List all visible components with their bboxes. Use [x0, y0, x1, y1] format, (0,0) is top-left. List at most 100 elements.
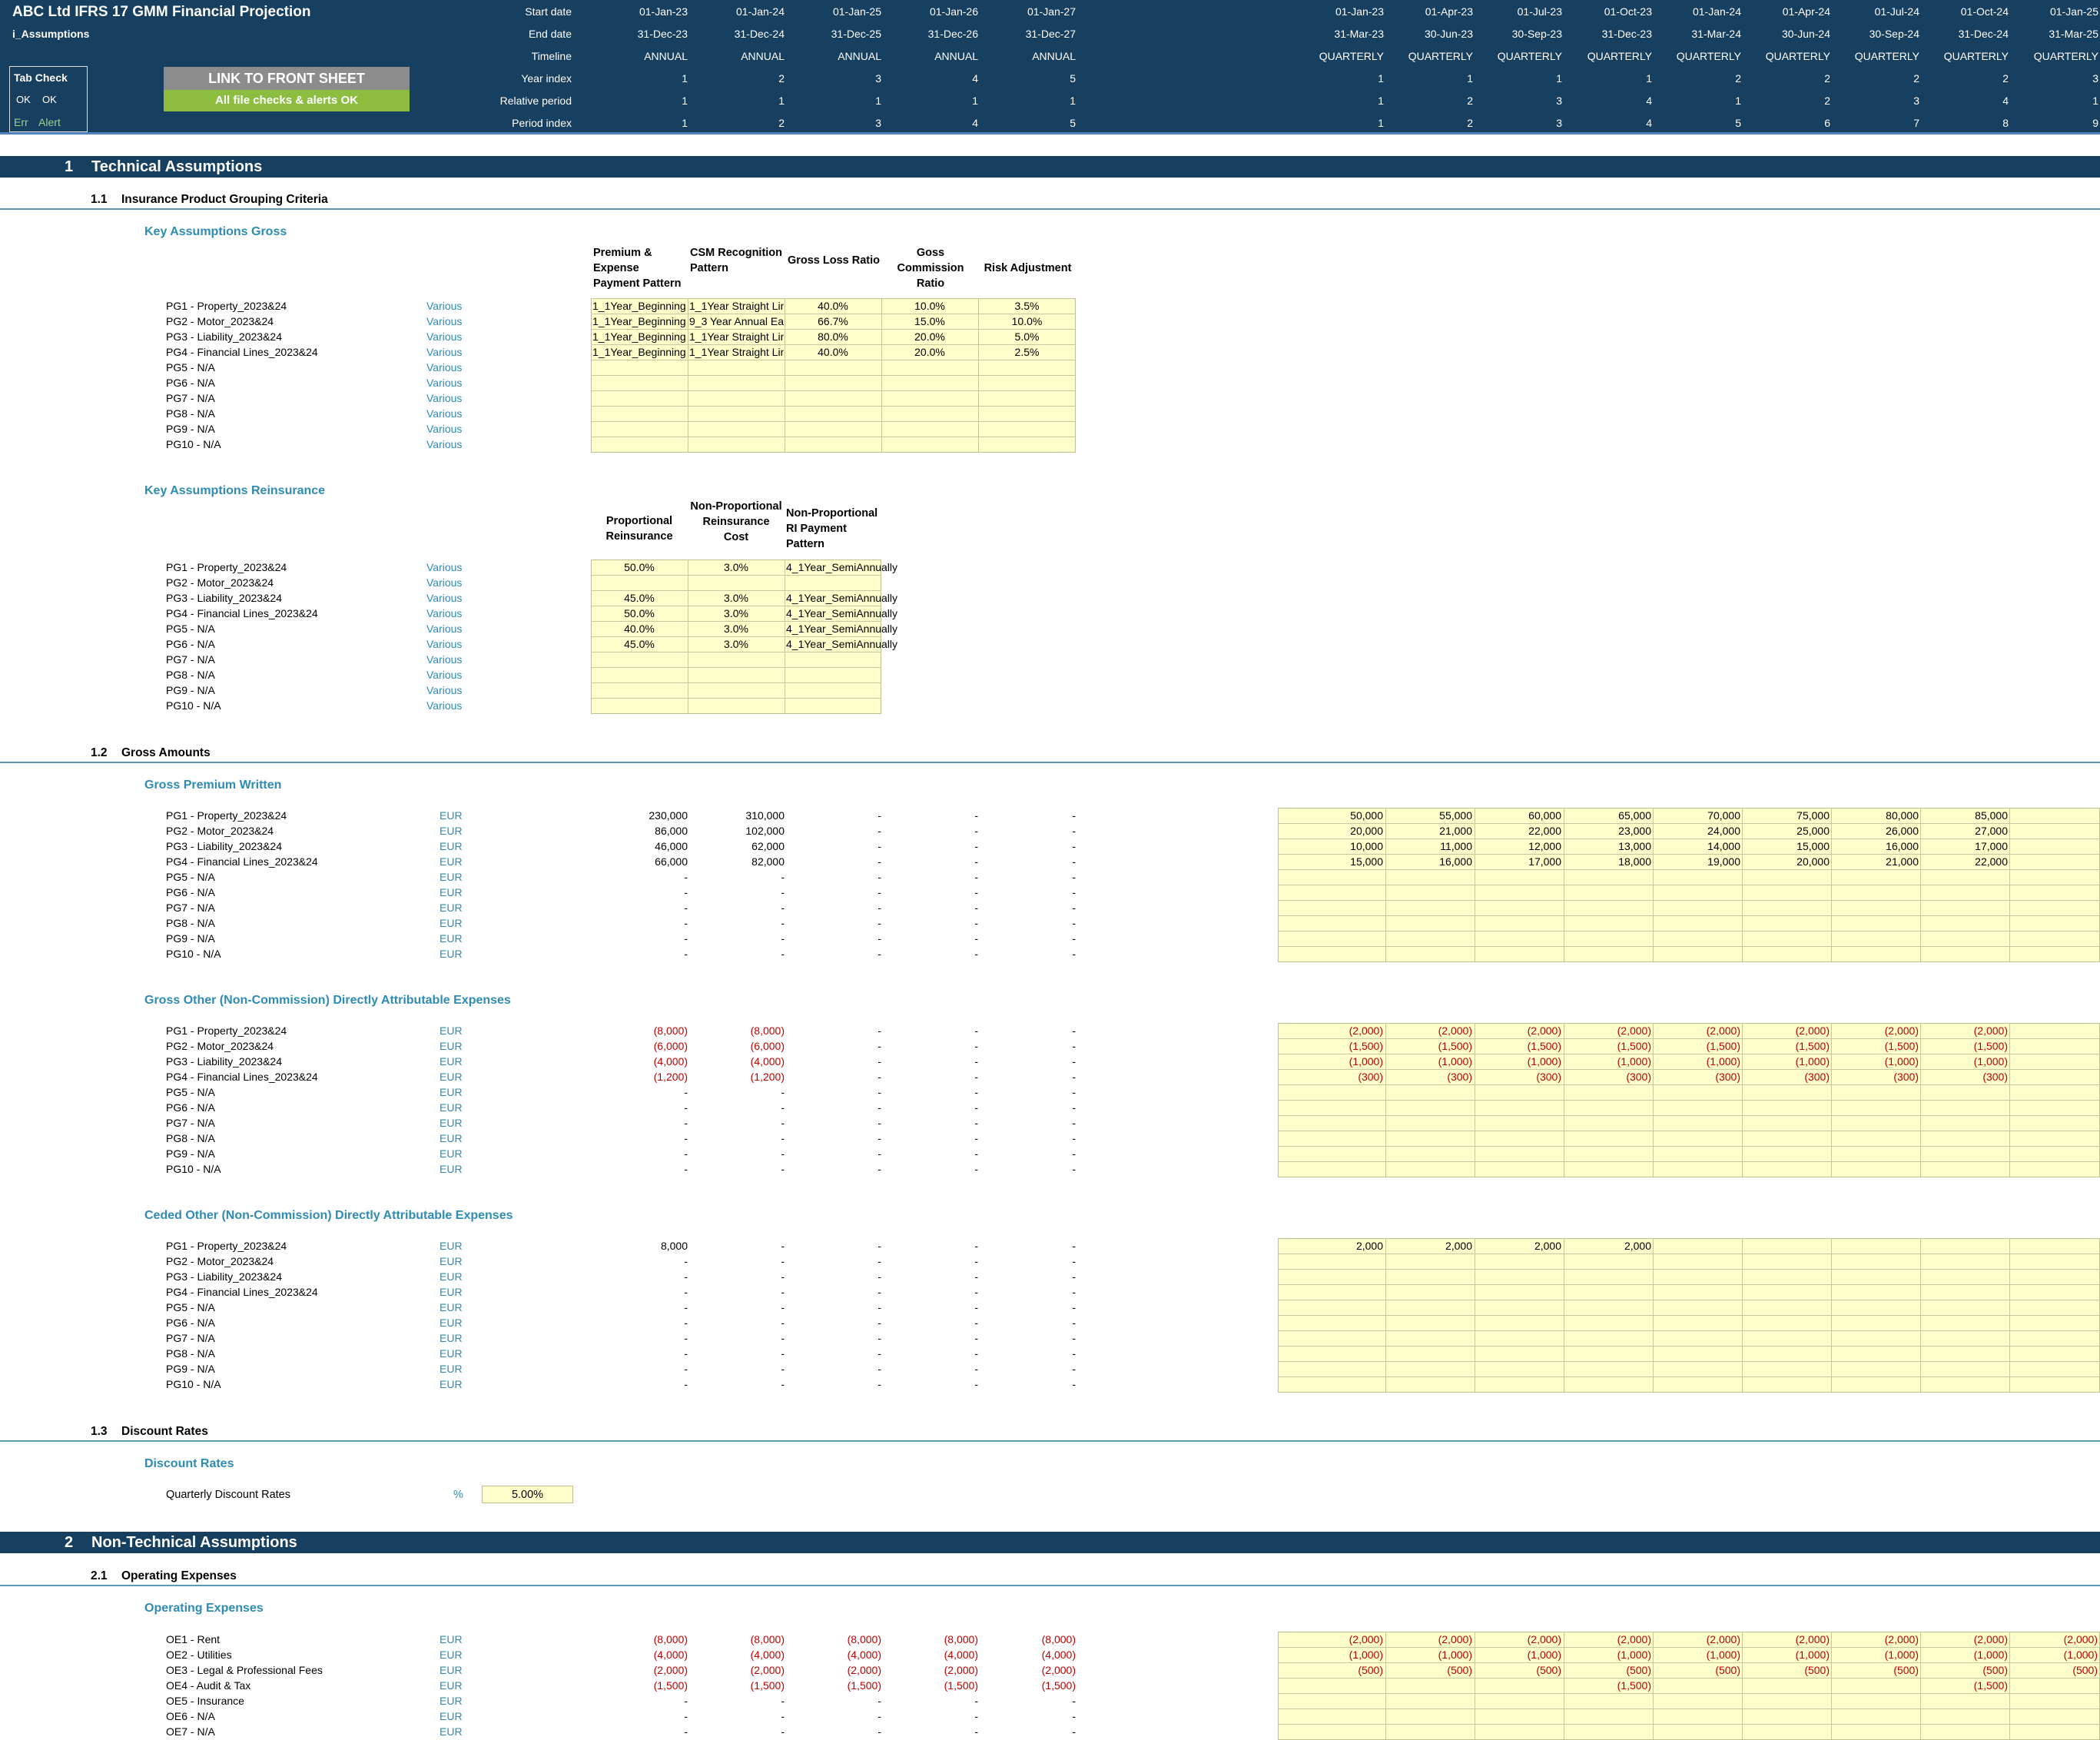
assumption-cell[interactable]: 80.0%: [785, 329, 881, 344]
quarterly-value-cell[interactable]: (300): [1833, 1069, 1919, 1084]
assumption-cell[interactable]: 1_1Year Straight Line: [689, 298, 784, 314]
quarterly-value-cell[interactable]: 24,000: [1655, 823, 1740, 838]
assumption-cell[interactable]: 15.0%: [881, 314, 978, 329]
quarterly-value-cell[interactable]: (2,000): [1744, 1023, 1830, 1038]
quarterly-value-cell[interactable]: (1,500): [1744, 1038, 1830, 1054]
assumption-cell[interactable]: [786, 575, 901, 590]
quarterly-value-cell[interactable]: (1,000): [1476, 1647, 1561, 1662]
assumption-cell[interactable]: 2.5%: [978, 344, 1076, 360]
quarterly-value-cell[interactable]: 2,000: [1387, 1238, 1472, 1254]
quarterly-value-cell[interactable]: 2,000: [1298, 1238, 1383, 1254]
quarterly-value-cell[interactable]: (2,000): [1744, 1632, 1830, 1647]
quarterly-value-cell[interactable]: 25,000: [1744, 823, 1830, 838]
quarterly-value-cell[interactable]: 21,000: [1387, 823, 1472, 838]
quarterly-value-cell[interactable]: 20,000: [1298, 823, 1383, 838]
quarterly-value-cell[interactable]: 11,000: [1387, 838, 1472, 854]
quarterly-value-cell[interactable]: (1,000): [1923, 1647, 2008, 1662]
quarterly-value-cell[interactable]: (500): [1566, 1662, 1651, 1678]
assumption-cell[interactable]: 4_1Year_SemiAnnually: [786, 636, 901, 652]
quarterly-value-cell[interactable]: (1,000): [1833, 1647, 1919, 1662]
quarterly-value-cell[interactable]: (1,500): [1566, 1678, 1651, 1693]
assumption-cell[interactable]: [688, 575, 785, 590]
quarterly-value-cell[interactable]: (2,000): [1298, 1632, 1383, 1647]
quarterly-value-cell[interactable]: 16,000: [1387, 854, 1472, 869]
quarterly-value-cell[interactable]: (1,000): [1387, 1054, 1472, 1069]
quarterly-value-cell[interactable]: (1,500): [1833, 1038, 1919, 1054]
assumption-cell[interactable]: 20.0%: [881, 344, 978, 360]
assumption-cell[interactable]: 3.0%: [688, 621, 785, 636]
assumption-cell[interactable]: 1_1Year_Beginning: [592, 344, 687, 360]
assumption-cell[interactable]: 10.0%: [881, 298, 978, 314]
quarterly-value-cell[interactable]: 60,000: [1476, 808, 1561, 823]
assumption-cell[interactable]: 1_1Year_Beginning: [592, 298, 687, 314]
quarterly-value-cell[interactable]: (1,000): [1923, 1054, 2008, 1069]
quarterly-value-cell[interactable]: (1,500): [1655, 1038, 1740, 1054]
quarterly-value-cell[interactable]: (300): [1655, 1069, 1740, 1084]
quarterly-value-cell[interactable]: (1,000): [1655, 1054, 1740, 1069]
assumption-cell[interactable]: 4_1Year_SemiAnnually: [786, 621, 901, 636]
assumption-cell[interactable]: 3.0%: [688, 560, 785, 575]
assumption-cell[interactable]: 4_1Year_SemiAnnually: [786, 606, 901, 621]
quarterly-value-cell[interactable]: 13,000: [1566, 838, 1651, 854]
quarterly-value-cell[interactable]: 21,000: [1833, 854, 1919, 869]
assumption-cell[interactable]: 1_1Year_Beginning: [592, 314, 687, 329]
quarterly-value-cell[interactable]: 2,000: [1566, 1238, 1651, 1254]
quarterly-value-cell[interactable]: (2,000): [1833, 1632, 1919, 1647]
quarterly-value-cell[interactable]: (2,000): [1655, 1023, 1740, 1038]
quarterly-value-cell[interactable]: (1,500): [1298, 1038, 1383, 1054]
quarterly-value-cell[interactable]: (1,000): [1298, 1054, 1383, 1069]
quarterly-value-cell[interactable]: (2,000): [1566, 1023, 1651, 1038]
quarterly-value-cell[interactable]: 55,000: [1387, 808, 1472, 823]
quarterly-value-cell[interactable]: (2,000): [1387, 1632, 1472, 1647]
quarterly-value-cell[interactable]: (2,000): [1476, 1632, 1561, 1647]
quarterly-value-cell[interactable]: (1,000): [1744, 1647, 1830, 1662]
quarterly-value-cell[interactable]: [1387, 1678, 1472, 1693]
quarterly-value-cell[interactable]: 14,000: [1655, 838, 1740, 854]
quarterly-value-cell[interactable]: (300): [1298, 1069, 1383, 1084]
quarterly-value-cell[interactable]: (500): [1655, 1662, 1740, 1678]
quarterly-value-cell[interactable]: (2,000): [1566, 1632, 1651, 1647]
assumption-cell[interactable]: 40.0%: [591, 621, 688, 636]
assumption-cell[interactable]: 40.0%: [785, 298, 881, 314]
quarterly-value-cell[interactable]: (300): [1566, 1069, 1651, 1084]
quarterly-value-cell[interactable]: 27,000: [1923, 823, 2008, 838]
quarterly-value-cell[interactable]: 16,000: [1833, 838, 1919, 854]
quarterly-value-cell[interactable]: 19,000: [1655, 854, 1740, 869]
quarterly-value-cell[interactable]: 23,000: [1566, 823, 1651, 838]
quarterly-value-cell[interactable]: (1,000): [1833, 1054, 1919, 1069]
quarterly-value-cell[interactable]: (1,000): [1566, 1647, 1651, 1662]
quarterly-value-cell[interactable]: 65,000: [1566, 808, 1651, 823]
quarterly-value-cell[interactable]: (1,000): [1387, 1647, 1472, 1662]
quarterly-value-cell[interactable]: (500): [1923, 1662, 2008, 1678]
quarterly-value-cell[interactable]: [1833, 1678, 1919, 1693]
quarterly-value-cell[interactable]: [1655, 1678, 1740, 1693]
assumption-cell[interactable]: 1_1Year Straight Line: [689, 329, 784, 344]
quarterly-value-cell[interactable]: 20,000: [1744, 854, 1830, 869]
quarterly-value-cell[interactable]: 50,000: [1298, 808, 1383, 823]
quarterly-value-cell[interactable]: (1,000): [1566, 1054, 1651, 1069]
quarterly-value-cell[interactable]: 2,000: [1476, 1238, 1561, 1254]
quarterly-value-cell[interactable]: 17,000: [1923, 838, 2008, 854]
quarterly-value-cell[interactable]: [1744, 1678, 1830, 1693]
quarterly-value-cell[interactable]: 80,000: [1833, 808, 1919, 823]
quarterly-value-cell[interactable]: 15,000: [1744, 838, 1830, 854]
quarterly-value-cell[interactable]: 10,000: [1298, 838, 1383, 854]
assumption-cell[interactable]: 50.0%: [591, 606, 688, 621]
quarterly-value-cell[interactable]: 75,000: [1744, 808, 1830, 823]
assumption-cell[interactable]: [591, 575, 688, 590]
quarterly-value-cell[interactable]: (1,500): [1387, 1038, 1472, 1054]
assumption-cell[interactable]: 1_1Year_Beginning: [592, 329, 687, 344]
quarterly-value-cell[interactable]: (1,000): [1476, 1054, 1561, 1069]
quarterly-value-cell[interactable]: 26,000: [1833, 823, 1919, 838]
assumption-cell[interactable]: 5.0%: [978, 329, 1076, 344]
quarterly-value-cell[interactable]: 18,000: [1566, 854, 1651, 869]
quarterly-value-cell[interactable]: (1,000): [1655, 1647, 1740, 1662]
assumption-cell[interactable]: 66.7%: [785, 314, 881, 329]
quarterly-value-cell[interactable]: (500): [1298, 1662, 1383, 1678]
assumption-cell[interactable]: 10.0%: [978, 314, 1076, 329]
quarterly-value-cell[interactable]: 22,000: [1476, 823, 1561, 838]
quarterly-value-cell[interactable]: [2012, 1678, 2098, 1693]
quarterly-value-cell[interactable]: (500): [1744, 1662, 1830, 1678]
link-to-front-sheet-button[interactable]: LINK TO FRONT SHEET: [164, 67, 410, 90]
quarterly-value-cell[interactable]: (2,000): [1476, 1023, 1561, 1038]
